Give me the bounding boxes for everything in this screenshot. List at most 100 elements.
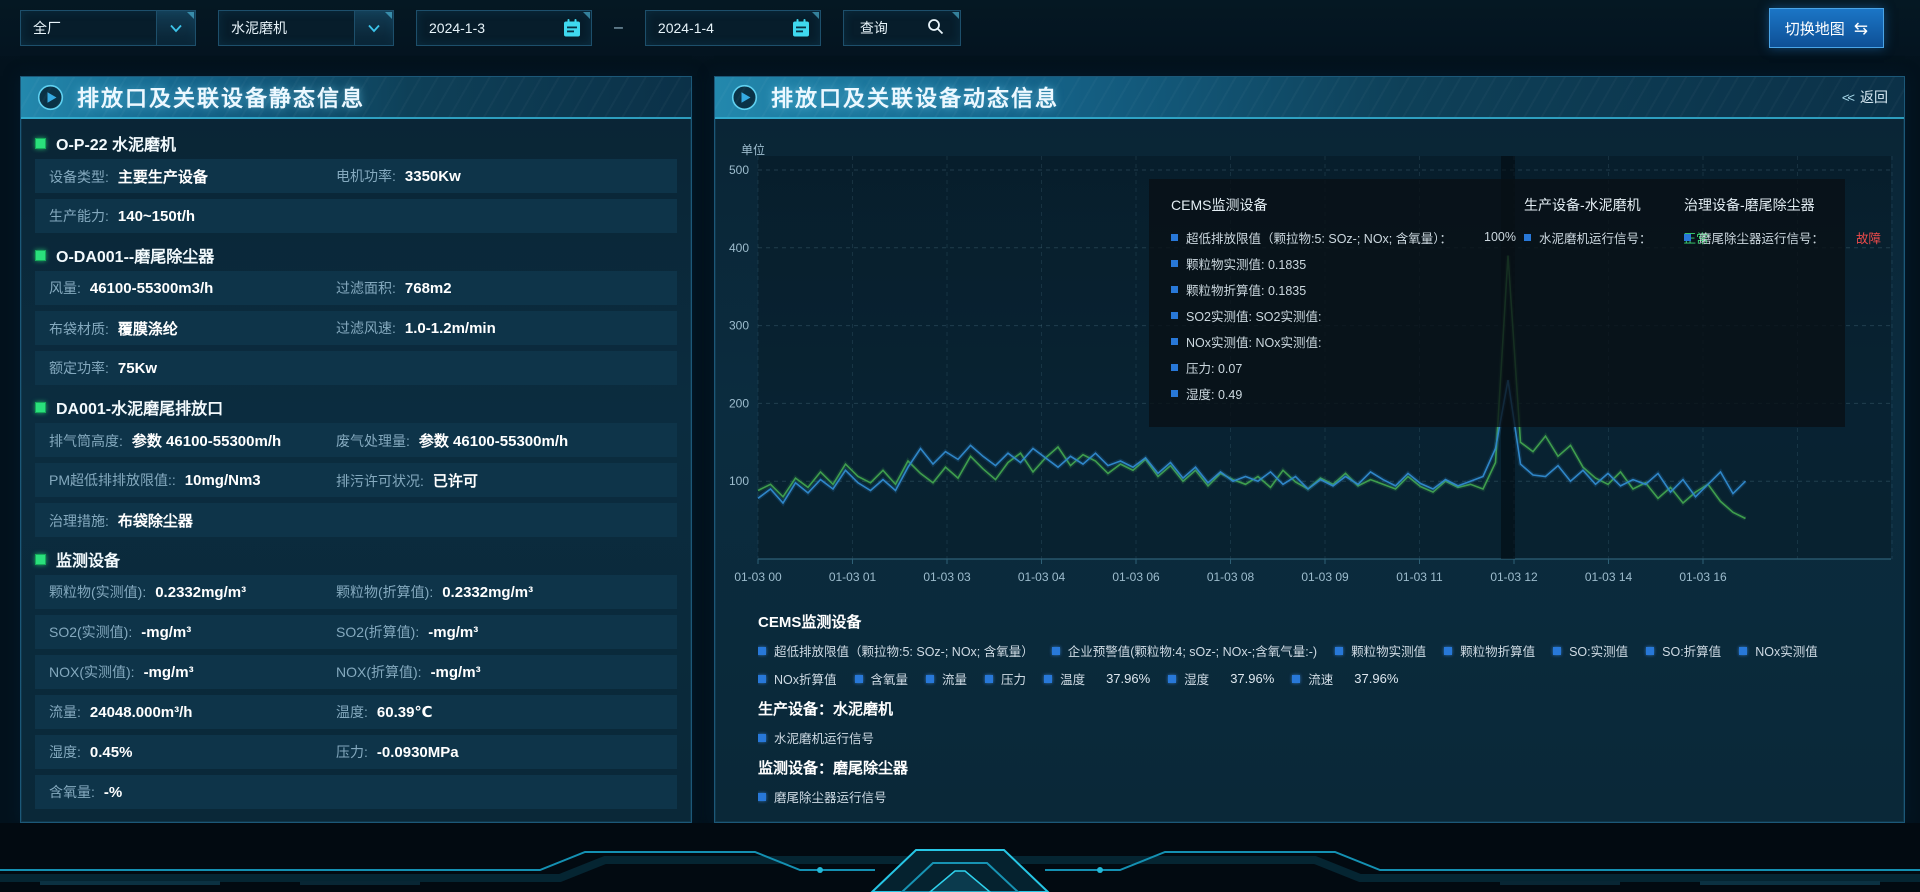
field-value: 0.45%	[90, 744, 133, 761]
legend-marker-icon	[1739, 647, 1747, 655]
field-label: 颗粒物(折算值):	[336, 582, 433, 602]
legend-item-value: 37.96%	[1354, 671, 1398, 686]
info-cell: 颗粒物(折算值): 0.2332mg/m³	[336, 582, 533, 602]
tooltip-item: NOx实测值: NOx实测值:	[1171, 328, 1516, 354]
section-bullet-icon	[35, 138, 46, 149]
section-bullet-icon	[35, 250, 46, 261]
legend-item-label: 水泥磨机运行信号	[774, 728, 874, 747]
legend-item-label: NOx实测值	[1755, 641, 1818, 660]
field-value: 0.2332mg/m³	[442, 584, 533, 601]
chart-tooltip: CEMS监测设备超低排放限值（颗拉物:5: SOz-; NOx; 含氧量）：10…	[1149, 179, 1845, 427]
legend-item[interactable]: NOx实测值	[1739, 641, 1818, 660]
tooltip-item-label: 颗粒物折算值: 0.1835	[1186, 280, 1306, 299]
section-title: DA001-水泥磨尾排放口	[56, 395, 223, 419]
legend-item[interactable]: 压力	[985, 669, 1026, 688]
chevron-down-icon[interactable]	[156, 11, 195, 45]
tooltip-item-label: SO2实测值: SO2实测值:	[1186, 306, 1321, 325]
trend-chart[interactable]: 单位 10020030040050001-03 0001-03 0101-03 …	[715, 119, 1904, 601]
dynamic-info-panel-header: 排放口及关联设备动态信息 << 返回	[715, 77, 1904, 119]
device-select[interactable]: 水泥磨机	[218, 10, 394, 46]
info-row: SO2(实测值):-mg/m³SO2(折算值):-mg/m³	[35, 615, 677, 649]
field-value: 768m2	[405, 280, 452, 297]
info-cell: 过滤面积:768m2	[336, 278, 452, 298]
chevron-down-icon[interactable]	[354, 11, 393, 45]
plant-select[interactable]: 全厂	[20, 10, 196, 46]
legend-item[interactable]: 含氧量	[855, 669, 909, 688]
legend-item[interactable]: SO:实测值	[1553, 641, 1628, 660]
legend-item-label: 压力	[1001, 669, 1026, 688]
info-cell: NOX(实测值):-mg/m³	[49, 662, 336, 682]
section-header: O-P-22 水泥磨机	[35, 127, 677, 159]
svg-text:01-03 01: 01-03 01	[829, 570, 877, 584]
back-button[interactable]: << 返回	[1842, 87, 1888, 107]
field-label: 治理措施:	[49, 511, 109, 531]
section-bullet-icon	[35, 554, 46, 565]
legend-item[interactable]: 颗粒物实测值	[1335, 641, 1426, 660]
legend-row: 超低排放限值（颗拉物:5: SOz-; NOx; 含氧量） 企业预警值(颗粒物:4…	[758, 641, 1904, 660]
tooltip-column-header: 生产设备-水泥磨机	[1524, 195, 1676, 215]
plant-select-value: 全厂	[33, 18, 61, 38]
calendar-icon[interactable]	[562, 18, 582, 38]
legend-item[interactable]: 湿度37.96%	[1168, 669, 1274, 688]
device-select-value: 水泥磨机	[231, 18, 287, 38]
field-value: -mg/m³	[431, 664, 481, 681]
legend-item[interactable]: 颗粒物折算值	[1444, 641, 1535, 660]
legend-item[interactable]: NOx折算值	[758, 669, 837, 688]
legend-item[interactable]: 企业预警值(颗粒物:4; sOz-; NOx-;含氧气量:-)	[1052, 641, 1317, 660]
field-value: 参数 46100-55300m/h	[132, 430, 281, 451]
search-icon	[927, 18, 944, 38]
field-label: NOX(实测值):	[49, 662, 135, 682]
legend-row: NOx折算值含氧量流量 压力温度37.96% 湿度37.96% 流速37.96%	[758, 669, 1904, 688]
legend-item[interactable]: 温度37.96%	[1044, 669, 1150, 688]
info-cell: 压力:-0.0930MPa	[336, 742, 459, 762]
field-label: 排气筒高度:	[49, 431, 123, 451]
section-title: O-DA001--磨尾除尘器	[56, 243, 214, 267]
section-title: 监测设备	[56, 547, 120, 571]
field-label: 布袋材质:	[49, 319, 109, 339]
section-header: O-DA001--磨尾除尘器	[35, 239, 677, 271]
section-bullet-icon	[35, 402, 46, 413]
field-value: -mg/m³	[428, 624, 478, 641]
legend-marker-icon	[1335, 647, 1343, 655]
legend-item-label: 超低排放限值（颗拉物:5: SOz-; NOx; 含氧量）	[774, 641, 1034, 660]
start-date-input[interactable]: 2024-1-3	[416, 10, 592, 46]
dynamic-info-panel: 排放口及关联设备动态信息 << 返回 单位 10020030040050001-…	[714, 76, 1905, 823]
info-cell: 湿度:0.45%	[49, 742, 336, 762]
field-label: 电机功率:	[336, 166, 396, 186]
section-header: DA001-水泥磨尾排放口	[35, 391, 677, 423]
query-button[interactable]: 查询	[843, 10, 961, 46]
legend-marker-icon	[1171, 338, 1178, 345]
field-label: 过滤风速:	[336, 318, 396, 338]
tooltip-item-label: 压力: 0.07	[1186, 358, 1242, 377]
legend-marker-icon	[1171, 260, 1178, 267]
calendar-icon[interactable]	[791, 18, 811, 38]
legend-item[interactable]: 流量	[926, 669, 967, 688]
tooltip-column: 生产设备-水泥磨机水泥磨机运行信号：正常	[1524, 195, 1676, 411]
tooltip-item-label: 磨尾除尘器运行信号：	[1699, 228, 1824, 247]
field-value: 参数 46100-55300m/h	[419, 430, 568, 451]
svg-text:01-03 09: 01-03 09	[1301, 570, 1349, 584]
legend-item[interactable]: 流速37.96%	[1292, 669, 1398, 688]
legend-item[interactable]: 超低排放限值（颗拉物:5: SOz-; NOx; 含氧量）	[758, 641, 1034, 660]
info-cell: 风量:46100-55300m3/h	[49, 278, 336, 298]
info-cell: 颗粒物(实测值):0.2332mg/m³	[49, 582, 336, 602]
section-header: 监测设备	[35, 543, 677, 575]
field-value: 布袋除尘器	[118, 510, 193, 531]
legend-marker-icon	[1684, 234, 1691, 241]
static-info-title: 排放口及关联设备静态信息	[77, 81, 365, 113]
legend-item[interactable]: 水泥磨机运行信号	[758, 728, 874, 747]
bottom-hud-decoration	[0, 823, 1920, 892]
field-value: 1.0-1.2m/min	[405, 320, 496, 337]
field-label: 设备类型:	[49, 167, 109, 187]
legend-item[interactable]: SO:折算值	[1646, 641, 1721, 660]
svg-text:01-03 06: 01-03 06	[1112, 570, 1160, 584]
end-date-input[interactable]: 2024-1-4	[645, 10, 821, 46]
info-row: 设备类型:主要生产设备电机功率:3350Kw	[35, 159, 677, 193]
info-cell: 生产能力:140~150t/h	[49, 206, 336, 226]
svg-text:01-03 04: 01-03 04	[1018, 570, 1066, 584]
legend-item[interactable]: 磨尾除尘器运行信号	[758, 787, 887, 806]
tooltip-item-value: 100%	[1484, 230, 1516, 244]
field-label: 含氧量:	[49, 782, 95, 802]
legend-item-label: 颗粒物折算值	[1460, 641, 1535, 660]
switch-map-button[interactable]: 切换地图 ⇆	[1769, 8, 1884, 48]
